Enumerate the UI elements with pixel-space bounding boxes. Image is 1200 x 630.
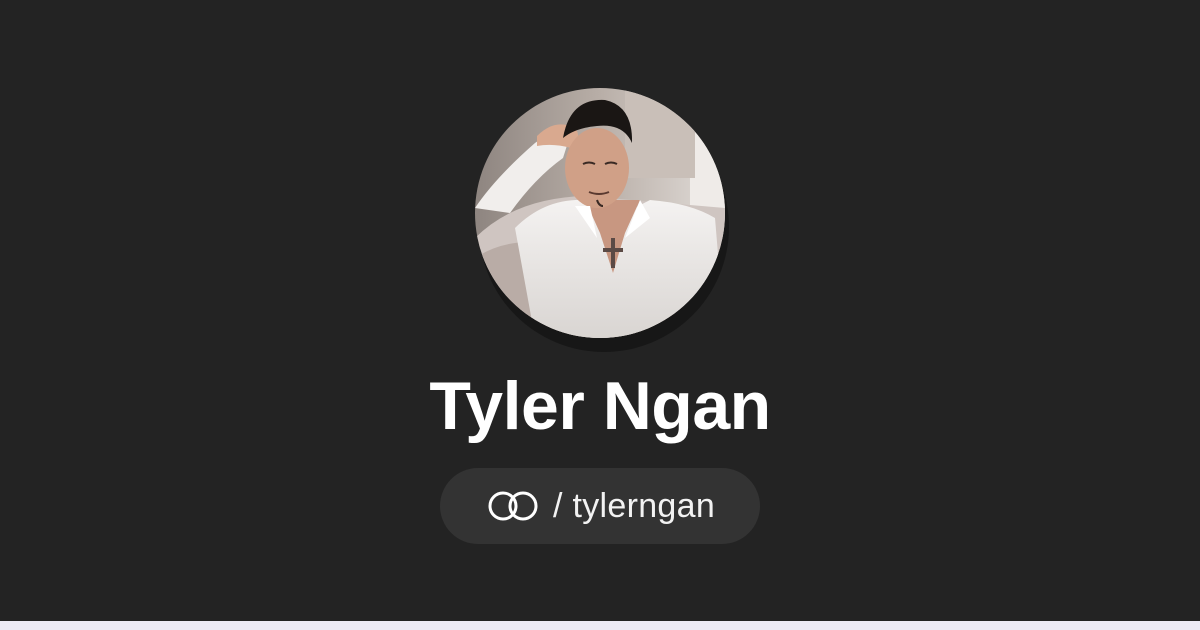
bottom-strip (0, 621, 1200, 630)
avatar[interactable] (475, 88, 725, 338)
avatar-container (475, 88, 729, 352)
linked-rings-icon (485, 489, 541, 523)
profile-name: Tyler Ngan (429, 368, 771, 444)
profile-card: Tyler Ngan / tylerngan (0, 0, 1200, 630)
profile-handle-text: / tylerngan (552, 487, 716, 525)
profile-handle-link[interactable]: / tylerngan (440, 468, 760, 544)
avatar-photo (475, 88, 725, 338)
